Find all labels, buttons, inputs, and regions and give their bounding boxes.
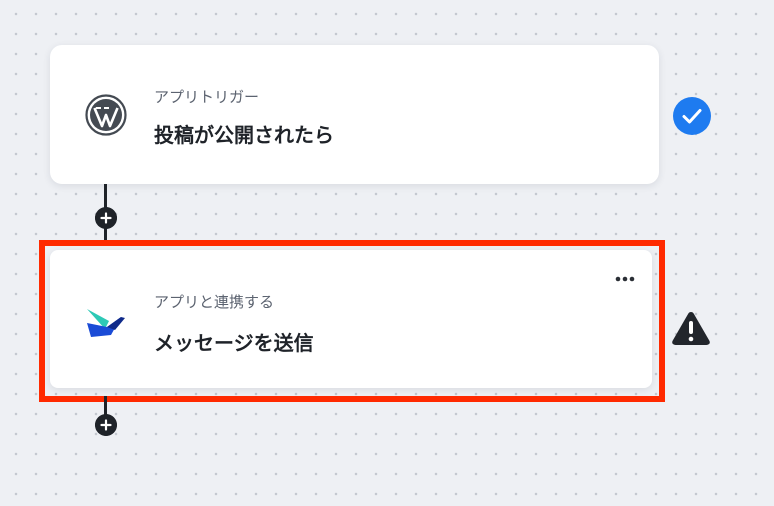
step-title: メッセージを送信 [154, 331, 314, 355]
warning-triangle-icon [672, 312, 710, 345]
add-step-button[interactable] [95, 414, 117, 436]
trigger-step-card[interactable]: アプリトリガー 投稿が公開されたら [50, 45, 659, 184]
more-options-button[interactable] [612, 270, 638, 288]
bird-logo-icon [87, 309, 125, 337]
wordpress-icon [85, 94, 127, 136]
action-step-card[interactable]: アプリと連携する メッセージを送信 [50, 250, 652, 388]
ellipsis-icon [615, 276, 635, 282]
step-type-label: アプリトリガー [154, 88, 260, 106]
flow-connector [104, 396, 107, 416]
add-step-button[interactable] [95, 207, 117, 229]
step-type-label: アプリと連携する [154, 293, 275, 311]
step-title: 投稿が公開されたら [154, 123, 334, 147]
check-circle-icon [673, 97, 711, 135]
